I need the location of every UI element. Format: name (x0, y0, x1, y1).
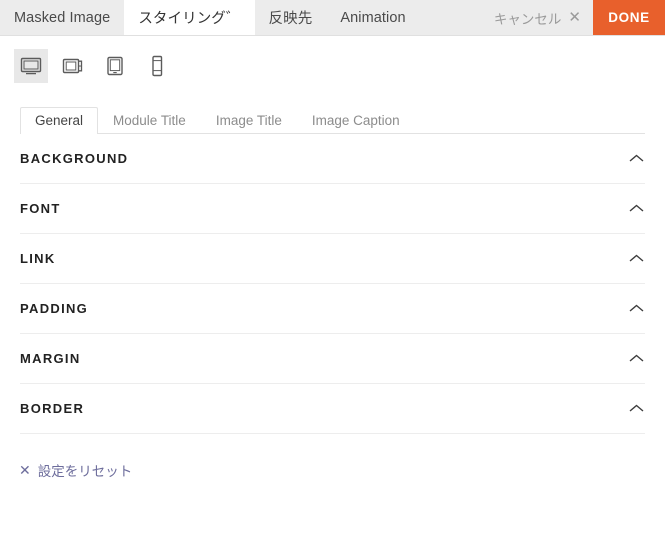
reset-settings-link[interactable]: ✕ 設定をリセット (19, 460, 132, 480)
accordion-label: MARGIN (20, 351, 81, 366)
accordion-row-margin[interactable]: MARGIN (20, 334, 645, 384)
chevron-up-icon[interactable] (628, 153, 645, 164)
top-tab-bar: Masked Image スタイリング゛ 反映先 Animation キャンセル… (0, 0, 665, 36)
device-button-phone[interactable] (140, 49, 174, 83)
sub-tab-bar: General Module Title Image Title Image C… (20, 102, 645, 134)
tab-masked-image[interactable]: Masked Image (0, 0, 124, 35)
close-icon: ✕ (19, 462, 31, 478)
settings-accordion: BACKGROUND FONT LINK PADDING MARGIN BORD… (20, 134, 645, 434)
subtab-module-title[interactable]: Module Title (98, 107, 201, 135)
done-label: DONE (608, 10, 650, 25)
subtab-label: General (35, 112, 84, 128)
accordion-row-padding[interactable]: PADDING (20, 284, 645, 334)
accordion-row-link[interactable]: LINK (20, 234, 645, 284)
accordion-label: FONT (20, 201, 61, 216)
device-button-tablet[interactable] (98, 49, 132, 83)
tablet-icon (105, 56, 125, 76)
subtab-label: Image Title (215, 112, 282, 128)
subtab-image-title[interactable]: Image Title (201, 107, 297, 135)
cancel-button[interactable]: キャンセル ✕ (494, 0, 593, 35)
laptop-icon (62, 57, 84, 75)
subtab-general[interactable]: General (20, 106, 99, 134)
accordion-row-border[interactable]: BORDER (20, 384, 645, 434)
done-button[interactable]: DONE (593, 0, 665, 35)
chevron-up-icon[interactable] (628, 353, 645, 364)
accordion-label: LINK (20, 251, 56, 266)
accordion-row-background[interactable]: BACKGROUND (20, 134, 645, 184)
chevron-up-icon[interactable] (628, 253, 645, 264)
device-toolbar (0, 36, 665, 83)
reset-label: 設定をリセット (37, 464, 133, 479)
chevron-up-icon[interactable] (628, 403, 645, 414)
chevron-up-icon[interactable] (628, 203, 645, 214)
tab-label: スタイリング゛ (138, 11, 241, 27)
phone-icon (149, 55, 165, 77)
subtab-label: Module Title (113, 112, 186, 128)
tab-label: Animation (340, 9, 406, 26)
subtab-image-caption[interactable]: Image Caption (297, 107, 415, 135)
tab-label: Masked Image (14, 9, 111, 26)
tab-animation[interactable]: Animation (326, 0, 419, 35)
desktop-icon (20, 57, 42, 75)
subtab-label: Image Caption (311, 112, 400, 128)
accordion-label: BACKGROUND (20, 151, 129, 166)
accordion-label: BORDER (20, 401, 85, 416)
accordion-row-font[interactable]: FONT (20, 184, 645, 234)
device-button-laptop[interactable] (56, 49, 90, 83)
accordion-label: PADDING (20, 301, 89, 316)
close-icon: ✕ (568, 9, 581, 26)
tab-styling[interactable]: スタイリング゛ (124, 0, 255, 35)
chevron-up-icon[interactable] (628, 303, 645, 314)
device-button-desktop[interactable] (14, 49, 48, 83)
cancel-label: キャンセル (493, 11, 562, 27)
tab-target[interactable]: 反映先 (255, 0, 327, 35)
tab-label: 反映先 (268, 11, 313, 27)
